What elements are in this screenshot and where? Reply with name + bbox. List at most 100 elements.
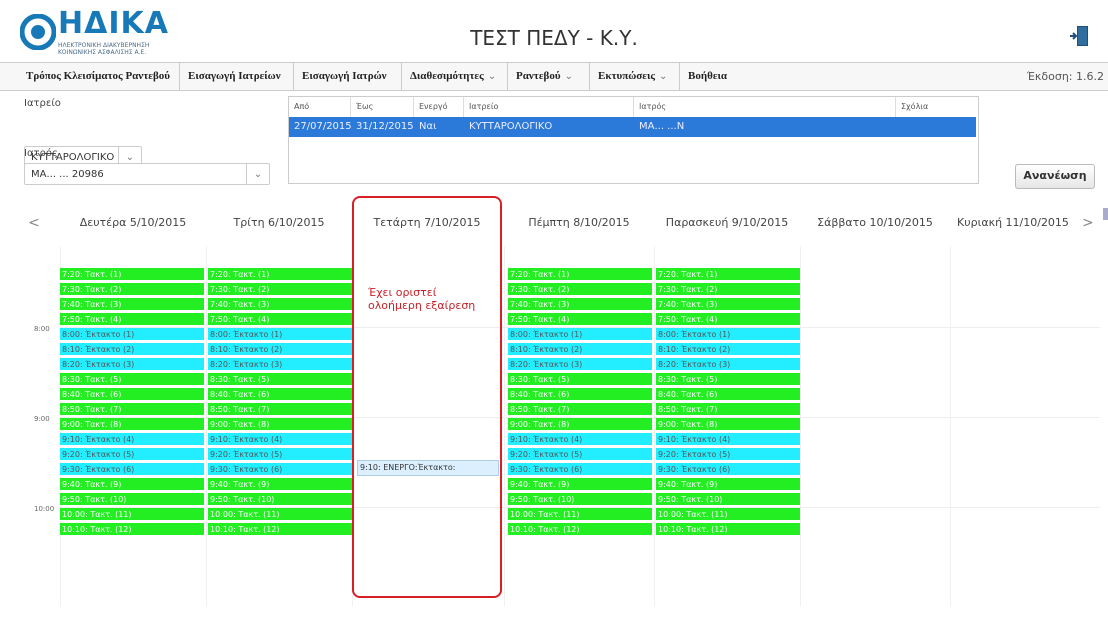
- regular-slot[interactable]: 8:50: Τακτ. (7): [656, 403, 800, 416]
- extra-slot[interactable]: 8:00: Έκτακτο (1): [60, 328, 204, 341]
- table-row[interactable]: 27/07/2015 31/12/2015 Ναι ΚΥΤΤΑΡΟΛΟΓΙΚΟ …: [289, 117, 976, 137]
- regular-slot[interactable]: 9:40: Τακτ. (9): [656, 478, 800, 491]
- slot-time: 10:10: [658, 525, 682, 534]
- slot-label: Έκτακτο (5): [681, 450, 731, 459]
- extra-slot[interactable]: 8:10: Έκτακτο (2): [60, 343, 204, 356]
- regular-slot[interactable]: 7:30: Τακτ. (2): [208, 283, 352, 296]
- regular-slot[interactable]: 7:40: Τακτ. (3): [208, 298, 352, 311]
- regular-slot[interactable]: 8:40: Τακτ. (6): [208, 388, 352, 401]
- col-header-comments[interactable]: Σχόλια: [896, 97, 976, 117]
- regular-slot[interactable]: 9:40: Τακτ. (9): [208, 478, 352, 491]
- active-appointment[interactable]: 9:10: ΕΝΕΡΓΟ:Έκτακτο:: [357, 460, 499, 476]
- regular-slot[interactable]: 7:40: Τακτ. (3): [656, 298, 800, 311]
- regular-slot[interactable]: 7:50: Τακτ. (4): [656, 313, 800, 326]
- slot-time: 8:00: [210, 330, 228, 339]
- regular-slot[interactable]: 9:00: Τακτ. (8): [656, 418, 800, 431]
- app-title: ΤΕΣΤ ΠΕΔΥ - Κ.Υ.: [470, 26, 638, 50]
- extra-slot[interactable]: 9:30: Έκτακτο (6): [508, 463, 652, 476]
- regular-slot[interactable]: 9:00: Τακτ. (8): [508, 418, 652, 431]
- regular-slot[interactable]: 8:50: Τακτ. (7): [508, 403, 652, 416]
- regular-slot[interactable]: 8:30: Τακτ. (5): [508, 373, 652, 386]
- regular-slot[interactable]: 7:40: Τακτ. (3): [508, 298, 652, 311]
- regular-slot[interactable]: 10:00: Τακτ. (11): [656, 508, 800, 521]
- extra-slot[interactable]: 8:10: Έκτακτο (2): [208, 343, 352, 356]
- extra-slot[interactable]: 9:20: Έκτακτο (5): [656, 448, 800, 461]
- regular-slot[interactable]: 7:30: Τακτ. (2): [656, 283, 800, 296]
- doctor-select[interactable]: ΜΑ... ... 20986 ⌄: [24, 163, 270, 185]
- regular-slot[interactable]: 10:00: Τακτ. (11): [208, 508, 352, 521]
- extra-slot[interactable]: 8:00: Έκτακτο (1): [508, 328, 652, 341]
- regular-slot[interactable]: 8:30: Τακτ. (5): [208, 373, 352, 386]
- extra-slot[interactable]: 9:30: Έκτακτο (6): [656, 463, 800, 476]
- cell-from: 27/07/2015: [294, 121, 351, 132]
- extra-slot[interactable]: 8:20: Έκτακτο (3): [60, 358, 204, 371]
- regular-slot[interactable]: 10:00: Τακτ. (11): [60, 508, 204, 521]
- col-header-from[interactable]: Από: [289, 97, 351, 117]
- prev-week-icon[interactable]: <: [28, 212, 40, 234]
- col-header-active[interactable]: Ενεργό: [414, 97, 464, 117]
- extra-slot[interactable]: 9:20: Έκτακτο (5): [208, 448, 352, 461]
- regular-slot[interactable]: 7:50: Τακτ. (4): [208, 313, 352, 326]
- menu-appointments[interactable]: Ραντεβού ⌄: [508, 63, 590, 90]
- col-header-clinic[interactable]: Ιατρείο: [464, 97, 634, 117]
- extra-slot[interactable]: 8:00: Έκτακτο (1): [208, 328, 352, 341]
- regular-slot[interactable]: 9:00: Τακτ. (8): [208, 418, 352, 431]
- menu-insert-doctors[interactable]: Εισαγωγή Ιατρών: [294, 63, 402, 90]
- regular-slot[interactable]: 9:50: Τακτ. (10): [60, 493, 204, 506]
- extra-slot[interactable]: 8:10: Έκτακτο (2): [508, 343, 652, 356]
- extra-slot[interactable]: 9:10: Έκτακτο (4): [208, 433, 352, 446]
- menu-prints[interactable]: Εκτυπώσεις ⌄: [590, 63, 680, 90]
- col-header-to[interactable]: Έως: [351, 97, 414, 117]
- refresh-button[interactable]: Ανανέωση: [1015, 164, 1095, 189]
- extra-slot[interactable]: 9:10: Έκτακτο (4): [60, 433, 204, 446]
- regular-slot[interactable]: 8:40: Τακτ. (6): [60, 388, 204, 401]
- regular-slot[interactable]: 9:50: Τακτ. (10): [208, 493, 352, 506]
- next-week-icon[interactable]: >: [1082, 212, 1094, 234]
- extra-slot[interactable]: 8:20: Έκτακτο (3): [656, 358, 800, 371]
- regular-slot[interactable]: 7:40: Τακτ. (3): [60, 298, 204, 311]
- extra-slot[interactable]: 9:30: Έκτακτο (6): [60, 463, 204, 476]
- regular-slot[interactable]: 7:20: Τακτ. (1): [656, 268, 800, 281]
- extra-slot[interactable]: 8:10: Έκτακτο (2): [656, 343, 800, 356]
- regular-slot[interactable]: 7:30: Τακτ. (2): [508, 283, 652, 296]
- slot-time: 7:30: [210, 285, 228, 294]
- extra-slot[interactable]: 8:00: Έκτακτο (1): [656, 328, 800, 341]
- regular-slot[interactable]: 7:20: Τακτ. (1): [60, 268, 204, 281]
- regular-slot[interactable]: 9:40: Τακτ. (9): [60, 478, 204, 491]
- extra-slot[interactable]: 9:20: Έκτακτο (5): [60, 448, 204, 461]
- regular-slot[interactable]: 7:50: Τακτ. (4): [508, 313, 652, 326]
- regular-slot[interactable]: 7:20: Τακτ. (1): [508, 268, 652, 281]
- scrollbar[interactable]: [1103, 208, 1108, 220]
- regular-slot[interactable]: 10:10: Τακτ. (12): [656, 523, 800, 536]
- regular-slot[interactable]: 7:30: Τακτ. (2): [60, 283, 204, 296]
- extra-slot[interactable]: 8:20: Έκτακτο (3): [508, 358, 652, 371]
- regular-slot[interactable]: 8:40: Τακτ. (6): [508, 388, 652, 401]
- regular-slot[interactable]: 9:00: Τακτ. (8): [60, 418, 204, 431]
- regular-slot[interactable]: 10:10: Τακτ. (12): [508, 523, 652, 536]
- slot-time: 7:20: [658, 270, 676, 279]
- regular-slot[interactable]: 10:00: Τακτ. (11): [508, 508, 652, 521]
- regular-slot[interactable]: 9:50: Τακτ. (10): [656, 493, 800, 506]
- regular-slot[interactable]: 10:10: Τακτ. (12): [208, 523, 352, 536]
- regular-slot[interactable]: 10:10: Τακτ. (12): [60, 523, 204, 536]
- extra-slot[interactable]: 9:10: Έκτακτο (4): [656, 433, 800, 446]
- extra-slot[interactable]: 8:20: Έκτακτο (3): [208, 358, 352, 371]
- regular-slot[interactable]: 8:50: Τακτ. (7): [60, 403, 204, 416]
- extra-slot[interactable]: 9:10: Έκτακτο (4): [508, 433, 652, 446]
- regular-slot[interactable]: 8:50: Τακτ. (7): [208, 403, 352, 416]
- menu-availabilities[interactable]: Διαθεσιμότητες ⌄: [402, 63, 508, 90]
- regular-slot[interactable]: 9:50: Τακτ. (10): [508, 493, 652, 506]
- col-header-doctor[interactable]: Ιατρός: [634, 97, 896, 117]
- regular-slot[interactable]: 7:20: Τακτ. (1): [208, 268, 352, 281]
- extra-slot[interactable]: 9:30: Έκτακτο (6): [208, 463, 352, 476]
- regular-slot[interactable]: 8:30: Τακτ. (5): [60, 373, 204, 386]
- menu-appointment-closing-mode[interactable]: Τρόπος Κλεισίματος Ραντεβού: [18, 63, 180, 90]
- menu-insert-clinics[interactable]: Εισαγωγή Ιατρείων: [180, 63, 294, 90]
- regular-slot[interactable]: 7:50: Τακτ. (4): [60, 313, 204, 326]
- regular-slot[interactable]: 8:30: Τακτ. (5): [656, 373, 800, 386]
- regular-slot[interactable]: 8:40: Τακτ. (6): [656, 388, 800, 401]
- extra-slot[interactable]: 9:20: Έκτακτο (5): [508, 448, 652, 461]
- regular-slot[interactable]: 9:40: Τακτ. (9): [508, 478, 652, 491]
- exit-door-icon[interactable]: [1068, 24, 1092, 48]
- menu-help[interactable]: Βοήθεια: [680, 63, 740, 90]
